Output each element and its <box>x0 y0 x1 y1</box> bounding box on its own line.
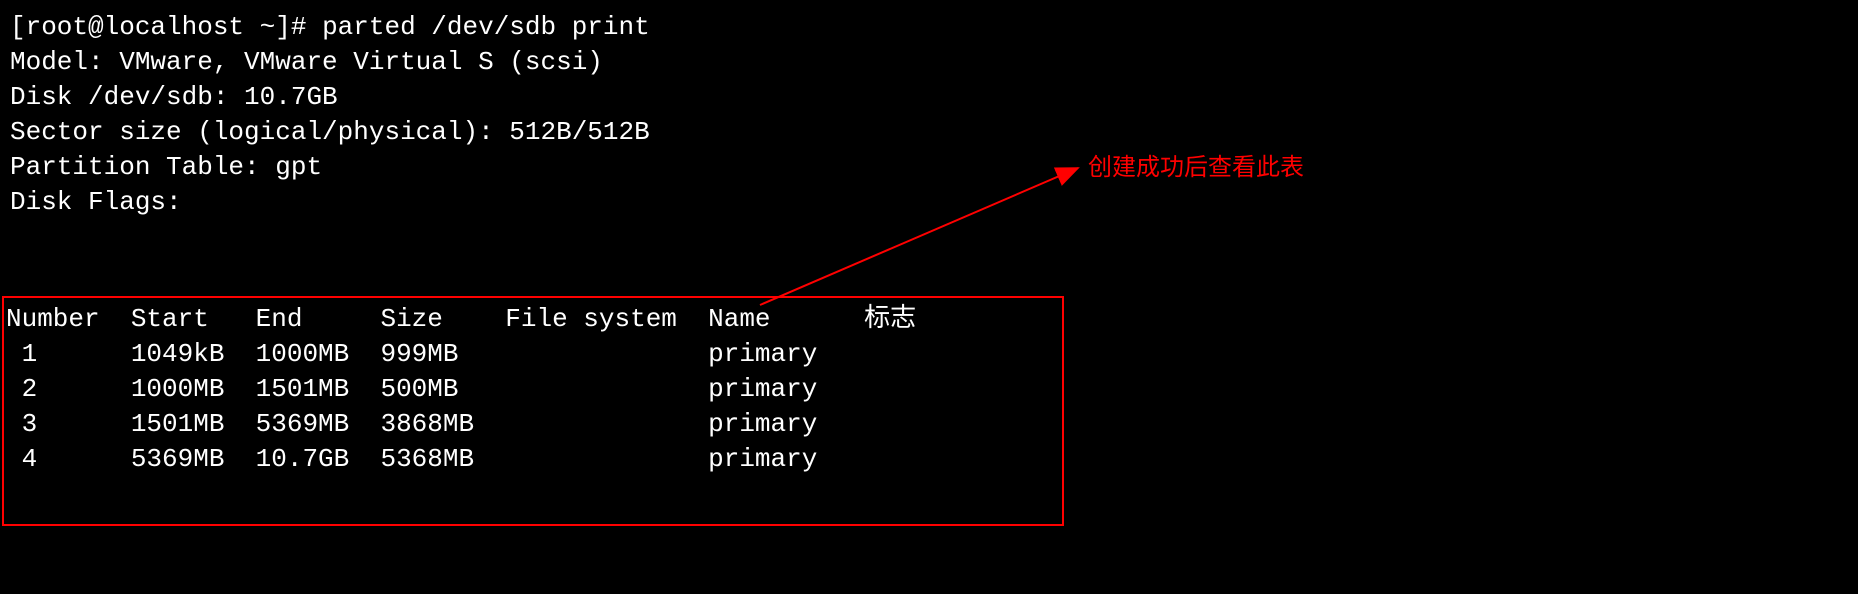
command-text: parted /dev/sdb print <box>322 12 650 42</box>
annotation-label: 创建成功后查看此表 <box>1088 152 1304 184</box>
output-disk: Disk /dev/sdb: 10.7GB <box>10 80 1858 115</box>
output-model: Model: VMware, VMware Virtual S (scsi) <box>10 45 1858 80</box>
partition-table: Number Start End Size File system Name 标… <box>6 302 1060 477</box>
command-line: [root@localhost ~]# parted /dev/sdb prin… <box>10 10 1858 45</box>
output-dflags: Disk Flags: <box>10 185 1858 220</box>
partition-table-highlight: Number Start End Size File system Name 标… <box>2 296 1064 526</box>
output-sector: Sector size (logical/physical): 512B/512… <box>10 115 1858 150</box>
output-ptable: Partition Table: gpt <box>10 150 1858 185</box>
shell-prompt: [root@localhost ~]# <box>10 12 322 42</box>
